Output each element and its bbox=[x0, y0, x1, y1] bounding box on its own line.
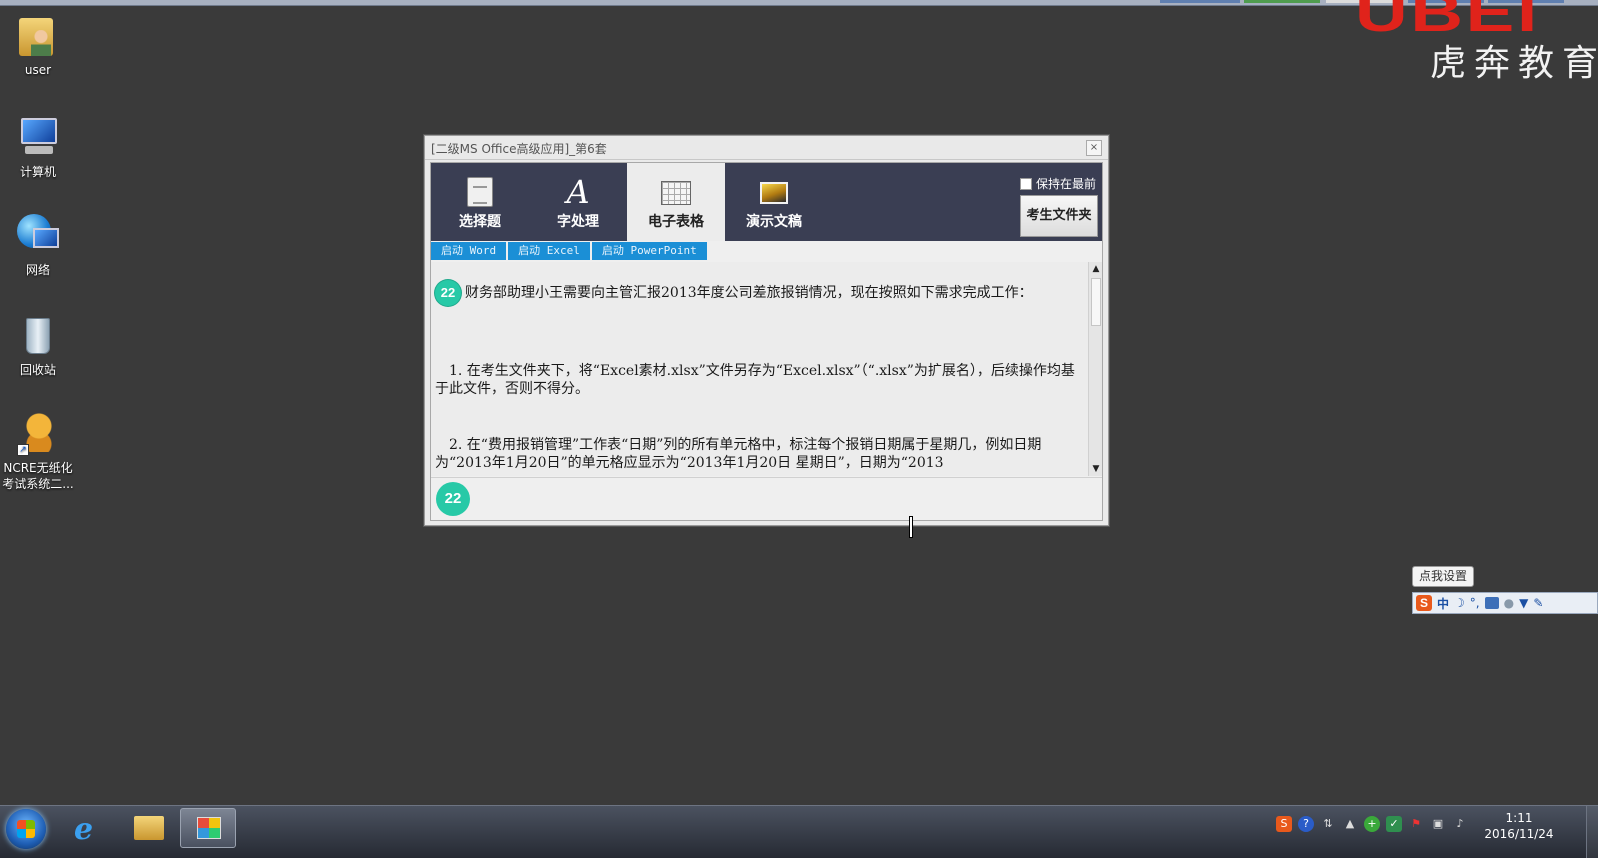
brand-name: 虎奔教育 bbox=[1429, 43, 1598, 80]
tab-label: 演示文稿 bbox=[746, 214, 802, 230]
dialog-body: 选择题 A 字处理 电子表格 演示文稿 保持在最前 考生文件夹 启动 Word … bbox=[430, 162, 1103, 521]
presentation-icon bbox=[760, 182, 788, 204]
taskbar-exam-app-button[interactable] bbox=[180, 808, 236, 848]
keep-on-top-checkbox[interactable]: 保持在最前 bbox=[1019, 175, 1096, 192]
question-navigator: 22 bbox=[431, 477, 1102, 520]
sogou-tray-icon[interactable]: S bbox=[1276, 816, 1292, 832]
letter-a-icon: A bbox=[566, 173, 590, 211]
taskbar-explorer-button[interactable] bbox=[120, 808, 176, 848]
launcher-bar: 启动 Word 启动 Excel 启动 PowerPoint bbox=[431, 242, 707, 260]
system-tray: S ? ⇅ ▲ + ✓ ⚑ ▣ ♪ bbox=[1276, 816, 1468, 832]
desktop-icon-recycle-bin[interactable]: 回收站 bbox=[0, 312, 76, 378]
punctuation-icon[interactable]: °, bbox=[1470, 596, 1480, 610]
document-icon bbox=[467, 177, 493, 207]
desktop-icon-label-line1: NCRE无纸化 bbox=[3, 461, 73, 475]
desktop-icon-label: 回收站 bbox=[19, 363, 56, 377]
clock-date: 2016/11/24 bbox=[1484, 827, 1554, 841]
tab-spreadsheet[interactable]: 电子表格 bbox=[627, 163, 725, 241]
ime-toolbar[interactable]: S 中 ☽ °, ● ▼ ✎ bbox=[1412, 592, 1598, 614]
question-content[interactable]: 22 财务部助理小王需要向主管汇报2013年度公司差旅报销情况，现在按照如下需求完… bbox=[431, 262, 1088, 476]
recycle-bin-icon bbox=[15, 312, 61, 358]
brand-watermark: FUBEI 虎奔教育 bbox=[1358, 0, 1598, 80]
scroll-down-arrow-icon[interactable]: ▼ bbox=[1091, 464, 1101, 474]
flag-icon[interactable]: ⚑ bbox=[1408, 816, 1424, 832]
launch-word-button[interactable]: 启动 Word bbox=[431, 242, 507, 260]
exam-folder-button[interactable]: 考生文件夹 bbox=[1020, 195, 1098, 237]
help-icon[interactable]: ? bbox=[1298, 816, 1314, 832]
desktop-icon-label: user bbox=[24, 63, 52, 77]
brand-logo: FUBEI bbox=[1358, 0, 1540, 43]
taskbar-ie-button[interactable]: e bbox=[60, 808, 116, 848]
skin-shirt-icon[interactable]: ▼ bbox=[1519, 596, 1528, 610]
intro-text: 财务部助理小王需要向主管汇报2013年度公司差旅报销情况，现在按照如下需求完成工… bbox=[465, 285, 1033, 301]
windows-app-icon bbox=[197, 817, 221, 839]
clock-time: 1:11 bbox=[1505, 811, 1533, 825]
dialog-title: [二级MS Office高级应用]_第6套 bbox=[431, 142, 607, 156]
desktop-icon-ncre[interactable]: ↗ NCRE无纸化 考试系统二... bbox=[0, 410, 76, 492]
start-button[interactable] bbox=[6, 809, 46, 849]
tab-word-processing[interactable]: A 字处理 bbox=[529, 163, 627, 241]
green-plus-icon[interactable]: + bbox=[1364, 816, 1380, 832]
question-number-badge: 22 bbox=[435, 280, 461, 306]
question-step-1: 1. 在考生文件夹下，将“Excel素材.xlsx”文件另存为“Excel.xl… bbox=[435, 363, 1075, 397]
sogou-ime-icon[interactable]: S bbox=[1416, 595, 1432, 611]
launch-excel-button[interactable]: 启动 Excel bbox=[508, 242, 590, 260]
ime-mode-toggle[interactable]: 中 bbox=[1437, 595, 1449, 612]
shield-icon[interactable]: ✓ bbox=[1386, 816, 1402, 832]
dialog-titlebar[interactable]: [二级MS Office高级应用]_第6套 × bbox=[425, 136, 1108, 160]
close-button[interactable]: × bbox=[1086, 140, 1102, 156]
launch-powerpoint-button[interactable]: 启动 PowerPoint bbox=[591, 242, 707, 260]
internet-explorer-icon: e bbox=[74, 812, 94, 847]
user-folder-icon bbox=[15, 12, 61, 58]
spreadsheet-icon bbox=[661, 181, 691, 205]
desktop-icon-computer[interactable]: 计算机 bbox=[0, 114, 76, 180]
tab-label: 字处理 bbox=[557, 214, 599, 230]
keep-on-top-label: 保持在最前 bbox=[1035, 177, 1096, 191]
tiger-app-icon: ↗ bbox=[15, 410, 61, 456]
desktop-icon-user[interactable]: user bbox=[0, 12, 76, 78]
scroll-thumb[interactable] bbox=[1091, 278, 1101, 326]
moon-icon[interactable]: ☽ bbox=[1454, 596, 1465, 610]
desktop-icon-label: 网络 bbox=[25, 263, 50, 277]
taskbar: e S ? ⇅ ▲ + ✓ ⚑ ▣ ♪ 1:11 2016/11/24 bbox=[0, 805, 1598, 858]
desktop-icon-network[interactable]: 网络 bbox=[0, 212, 76, 278]
desktop-icon-label: 计算机 bbox=[19, 165, 56, 179]
question-step-2: 2. 在“费用报销管理”工作表“日期”列的所有单元格中，标注每个报销日期属于星期… bbox=[435, 437, 1042, 471]
exam-dialog: [二级MS Office高级应用]_第6套 × 选择题 A 字处理 电子表格 演… bbox=[424, 135, 1109, 526]
tab-choice-questions[interactable]: 选择题 bbox=[431, 163, 529, 241]
folder-icon bbox=[134, 816, 164, 840]
tray-menu-icon[interactable]: ⇅ bbox=[1320, 816, 1336, 832]
tab-label: 电子表格 bbox=[648, 214, 704, 230]
wrench-icon[interactable]: ✎ bbox=[1533, 596, 1543, 610]
question-nav-button[interactable]: 22 bbox=[436, 482, 470, 516]
resize-cursor-icon bbox=[906, 515, 916, 539]
tab-presentation[interactable]: 演示文稿 bbox=[725, 163, 823, 241]
show-hidden-icons-icon[interactable]: ▲ bbox=[1342, 816, 1358, 832]
computer-icon bbox=[15, 114, 61, 160]
question-intro: 22 财务部助理小王需要向主管汇报2013年度公司差旅报销情况，现在按照如下需求完… bbox=[435, 280, 1077, 306]
clock[interactable]: 1:11 2016/11/24 bbox=[1480, 810, 1558, 842]
volume-icon[interactable]: ♪ bbox=[1452, 816, 1468, 832]
network-tray-icon[interactable]: ▣ bbox=[1430, 816, 1446, 832]
checkbox-box[interactable] bbox=[1019, 177, 1032, 190]
tab-label: 选择题 bbox=[459, 214, 501, 230]
section-toolbar: 选择题 A 字处理 电子表格 演示文稿 保持在最前 考生文件夹 bbox=[431, 163, 1102, 241]
keyboard-icon[interactable] bbox=[1484, 597, 1499, 609]
shortcut-arrow-icon: ↗ bbox=[17, 444, 29, 456]
network-icon bbox=[15, 212, 61, 258]
show-desktop-button[interactable] bbox=[1586, 806, 1598, 858]
ime-settings-tip[interactable]: 点我设置 bbox=[1412, 566, 1474, 587]
content-scrollbar[interactable]: ▲ ▼ bbox=[1088, 262, 1102, 476]
scroll-up-arrow-icon[interactable]: ▲ bbox=[1091, 264, 1101, 274]
desktop-icon-label-line2: 考试系统二... bbox=[2, 477, 74, 491]
user-icon[interactable]: ● bbox=[1504, 596, 1514, 610]
